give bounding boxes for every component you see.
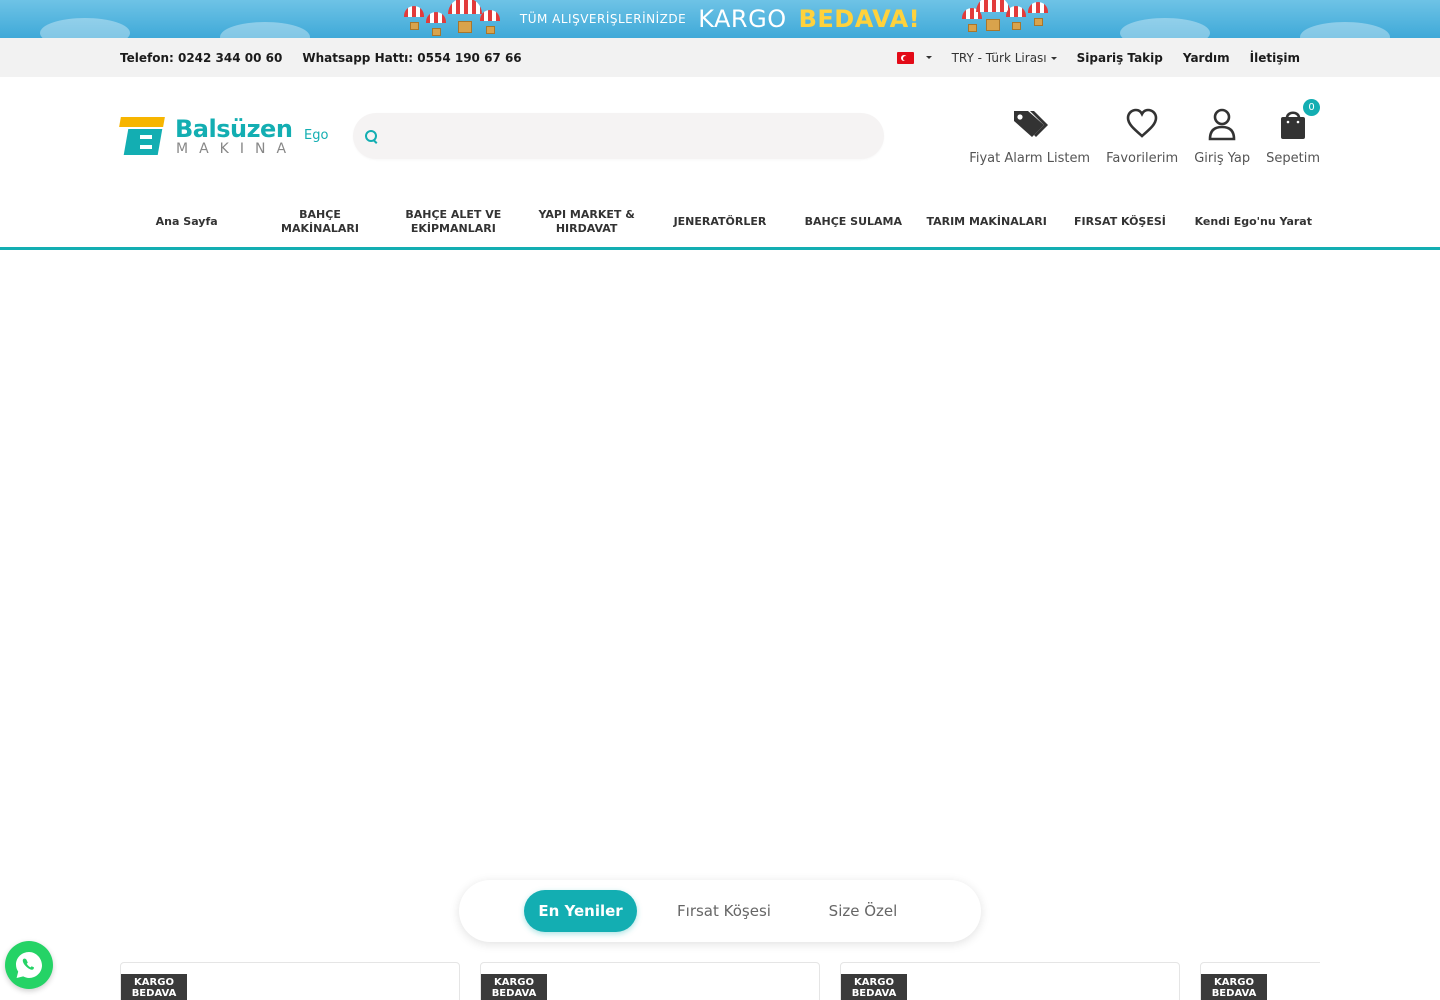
badge-line: KARGO xyxy=(494,977,534,988)
badge-line: BEDAVA xyxy=(1211,988,1257,999)
badge-line: KARGO xyxy=(854,977,894,988)
help-link[interactable]: Yardım xyxy=(1183,51,1230,65)
currency-selector[interactable]: TRY - Türk Lirası xyxy=(952,51,1057,65)
order-tracking-link[interactable]: Sipariş Takip xyxy=(1077,51,1163,65)
top-utility-bar: Telefon: 0242 344 00 60 Whatsapp Hattı: … xyxy=(0,38,1440,77)
product-card[interactable]: KARGO BEDAVA xyxy=(120,962,460,1000)
login-label: Giriş Yap xyxy=(1194,151,1251,166)
price-alarm-list-button[interactable]: Fiyat Alarm Listem xyxy=(969,107,1090,166)
product-card[interactable]: KARGO BEDAVA xyxy=(840,962,1180,1000)
badge-line: BEDAVA xyxy=(851,988,897,999)
site-header: Balsüzen MAKINA Ego Fiyat Alarm Listem F… xyxy=(0,77,1440,197)
currency-label: TRY - Türk Lirası xyxy=(951,50,1047,65)
cart-button[interactable]: 0 Sepetim xyxy=(1266,99,1321,166)
logo-name: Balsüzen xyxy=(175,115,293,143)
phone-number[interactable]: Telefon: 0242 344 00 60 xyxy=(120,51,282,65)
login-button[interactable]: Giriş Yap xyxy=(1194,107,1250,166)
main-navigation: Ana Sayfa BAHÇE MAKİNALARI BAHÇE ALET VE… xyxy=(0,197,1440,250)
badge-line: BEDAVA xyxy=(491,988,537,999)
heart-icon xyxy=(1126,108,1158,138)
hero-area xyxy=(0,250,1440,870)
nav-item-deals[interactable]: FIRSAT KÖŞESİ xyxy=(1053,197,1186,247)
nav-item-garden-machines[interactable]: BAHÇE MAKİNALARI xyxy=(253,197,386,247)
logo-mark-icon xyxy=(119,117,165,155)
badge-line: BEDAVA xyxy=(131,988,177,999)
tab-newest[interactable]: En Yeniler xyxy=(524,890,637,932)
promo-accent-text: BEDAVA! xyxy=(798,5,921,33)
user-icon xyxy=(1208,108,1236,141)
logo-ego: Ego xyxy=(304,128,329,143)
site-logo[interactable]: Balsüzen MAKINA Ego xyxy=(119,115,330,159)
logo-subtitle: MAKINA xyxy=(176,141,298,157)
promo-banner[interactable]: TÜM ALIŞVERİŞLERİNİZDE KARGO BEDAVA! xyxy=(0,0,1440,38)
badge-line: KARGO xyxy=(134,977,174,988)
nav-item-garden-tools[interactable]: BAHÇE ALET VE EKİPMANLARI xyxy=(387,197,520,247)
promo-small-text: TÜM ALIŞVERİŞLERİNİZDE xyxy=(519,12,687,26)
price-tag-icon xyxy=(1013,111,1048,137)
product-card[interactable]: KARGO BEDAVA xyxy=(1200,962,1320,1000)
promo-text: TÜM ALIŞVERİŞLERİNİZDE KARGO BEDAVA! xyxy=(0,0,1440,38)
cart-label: Sepetim xyxy=(1266,151,1320,166)
favorites-button[interactable]: Favorilerim xyxy=(1106,107,1178,166)
contact-link[interactable]: İletişim xyxy=(1250,51,1300,65)
nav-item-generators[interactable]: JENERATÖRLER xyxy=(653,197,786,247)
badge-line: KARGO xyxy=(1214,977,1254,988)
language-selector[interactable] xyxy=(896,51,932,64)
free-shipping-badge: KARGO BEDAVA xyxy=(481,974,547,1000)
tab-deals[interactable]: Fırsat Köşesi xyxy=(659,890,789,932)
price-alarm-label: Fiyat Alarm Listem xyxy=(969,151,1091,166)
tab-for-you[interactable]: Size Özel xyxy=(809,890,917,932)
search-input[interactable] xyxy=(390,121,870,151)
turkey-flag-icon xyxy=(896,51,914,64)
promo-big-text: KARGO xyxy=(698,5,787,33)
search-bar xyxy=(353,113,884,159)
header-actions: Fiyat Alarm Listem Favorilerim Giriş Yap xyxy=(969,99,1321,166)
product-tabs: En Yeniler Fırsat Köşesi Size Özel xyxy=(459,880,981,942)
free-shipping-badge: KARGO BEDAVA xyxy=(1201,974,1267,1000)
cart-count-badge: 0 xyxy=(1303,99,1321,116)
free-shipping-badge: KARGO BEDAVA xyxy=(121,974,187,1000)
search-icon[interactable] xyxy=(365,129,378,143)
nav-item-agriculture-machines[interactable]: TARIM MAKİNALARI xyxy=(920,197,1053,247)
whatsapp-number[interactable]: Whatsapp Hattı: 0554 190 67 66 xyxy=(302,51,521,65)
product-card[interactable]: KARGO BEDAVA xyxy=(480,962,820,1000)
favorites-label: Favorilerim xyxy=(1106,151,1179,166)
whatsapp-button[interactable] xyxy=(5,941,53,989)
nav-item-create-your-ego[interactable]: Kendi Ego'nu Yarat xyxy=(1187,197,1320,247)
product-list: KARGO BEDAVA KARGO BEDAVA KARGO BEDAVA KARG… xyxy=(120,962,1320,1000)
chevron-down-icon xyxy=(1050,56,1057,60)
chevron-down-icon xyxy=(925,56,932,59)
nav-item-home[interactable]: Ana Sayfa xyxy=(120,197,253,247)
whatsapp-icon xyxy=(16,952,42,978)
nav-item-hardware[interactable]: YAPI MARKET & HIRDAVAT xyxy=(520,197,653,247)
free-shipping-badge: KARGO BEDAVA xyxy=(841,974,907,1000)
nav-item-irrigation[interactable]: BAHÇE SULAMA xyxy=(787,197,920,247)
